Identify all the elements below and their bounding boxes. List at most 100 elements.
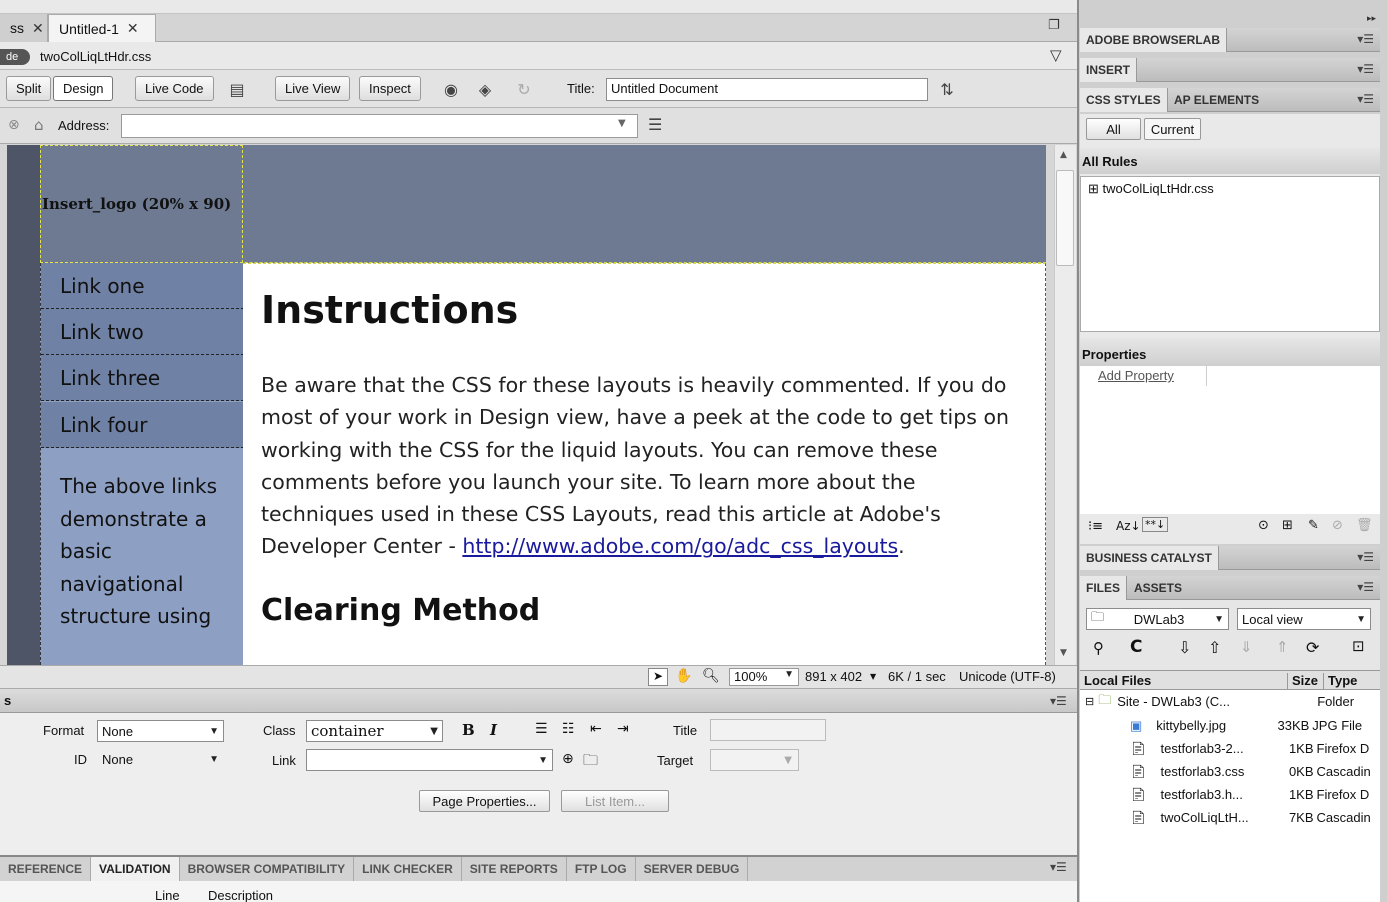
file-row[interactable]: ▣ kittybelly.jpg 33KB JPG File [1130, 714, 1380, 737]
tab-validation[interactable]: VALIDATION [91, 857, 180, 881]
close-icon[interactable]: ✕ [32, 20, 44, 37]
target-select[interactable]: ▼ [710, 749, 799, 771]
business-catalyst-panel-header[interactable]: BUSINESS CATALYST ▾☰ [1080, 546, 1380, 570]
file-row-site[interactable]: ⊟ 🗀 Site - DWLab3 (C... Folder [1085, 690, 1375, 713]
connect-icon[interactable]: ⚲ [1093, 639, 1104, 657]
stop-icon[interactable]: ⊗ [8, 117, 20, 133]
assets-tab[interactable]: ASSETS [1128, 576, 1188, 600]
size-header[interactable]: Size [1287, 673, 1318, 691]
category-view-icon[interactable]: ⁝≡ [1088, 519, 1103, 534]
collapse-icon[interactable]: ⊟ [1085, 695, 1094, 708]
outdent-icon[interactable]: ⇤ [590, 721, 602, 737]
source-code-button[interactable]: de [0, 49, 30, 65]
bold-button[interactable]: B [462, 721, 475, 739]
visual-aids-icon[interactable]: ◈ [474, 78, 496, 100]
home-icon[interactable]: ⌂ [34, 116, 44, 134]
business-catalyst-tab[interactable]: BUSINESS CATALYST [1080, 546, 1219, 570]
page-properties-button[interactable]: Page Properties... [419, 790, 550, 812]
design-view-button[interactable]: Design [53, 76, 114, 101]
panel-menu-icon[interactable]: ▾☰ [1357, 92, 1374, 106]
collapse-icon[interactable]: ▸▸ [1367, 14, 1376, 24]
indent-icon[interactable]: ⇥ [617, 721, 629, 737]
tab-server-debug[interactable]: SERVER DEBUG [636, 857, 749, 881]
address-input[interactable] [121, 114, 638, 138]
hand-tool-icon[interactable]: ✋ [675, 668, 692, 684]
nav-link-three[interactable]: Link three [41, 355, 244, 401]
panel-menu-icon[interactable]: ▾☰ [1050, 694, 1067, 708]
file-row[interactable]: 📄︎ testforlab3.css 0KB Cascadin [1130, 760, 1380, 783]
disable-icon[interactable]: ⊘ [1332, 518, 1343, 533]
live-view-button[interactable]: Live View [275, 76, 351, 101]
nav-link-one[interactable]: Link one [41, 263, 244, 309]
adobe-link[interactable]: http://www.adobe.com/go/adc_css_layouts [462, 534, 898, 558]
panel-menu-icon[interactable]: ▾☰ [1357, 550, 1374, 564]
filter-icon[interactable]: ▽ [1050, 46, 1062, 64]
panel-menu-icon[interactable]: ▾☰ [1357, 580, 1374, 594]
alpha-sort-icon[interactable]: Az↓ [1116, 519, 1141, 533]
synchronize-icon[interactable]: ⟳ [1306, 638, 1319, 657]
related-file-link[interactable]: twoColLiqLtHdr.css [40, 49, 151, 64]
expand-icon[interactable]: ⊞ [1088, 181, 1099, 196]
files-panel-header[interactable]: FILES ASSETS ▾☰ [1080, 576, 1380, 600]
set-properties-icon[interactable]: **↓ [1142, 517, 1169, 532]
view-select[interactable]: Local view ▼ [1237, 608, 1371, 630]
file-row[interactable]: 📄︎ testforlab3.h... 1KB Firefox D [1130, 783, 1380, 806]
tab-site-reports[interactable]: SITE REPORTS [462, 857, 567, 881]
document-tab-untitled[interactable]: Untitled-1 ✕ [48, 14, 156, 42]
properties-pane-header[interactable]: Properties [1080, 338, 1380, 366]
link-input[interactable]: ▼ [306, 749, 553, 771]
css-styles-tab[interactable]: CSS STYLES [1080, 88, 1168, 112]
browserlab-panel-header[interactable]: ADOBE BROWSERLAB ▾☰ [1080, 28, 1380, 52]
restore-window-icon[interactable]: ❐ [1048, 18, 1062, 33]
folder-icon[interactable]: 🗀 [583, 750, 598, 775]
properties-header[interactable] [0, 689, 1077, 713]
file-row[interactable]: 📄︎ testforlab3-2... 1KB Firefox D [1130, 737, 1380, 760]
unordered-list-icon[interactable]: ☰ [535, 721, 548, 737]
live-code-button[interactable]: Live Code [135, 76, 214, 101]
expand-panel-icon[interactable]: ⊡ [1352, 637, 1365, 655]
chevron-down-icon[interactable]: ▼ [870, 672, 876, 681]
files-tab[interactable]: FILES [1080, 576, 1128, 600]
document-tab-css[interactable]: ss ✕ [0, 14, 48, 42]
zoom-tool-icon[interactable]: 🔍︎ [702, 668, 720, 684]
list-item-button[interactable]: List Item... [561, 790, 669, 812]
tab-link-checker[interactable]: LINK CHECKER [354, 857, 462, 881]
all-button[interactable]: All [1086, 118, 1141, 140]
nav-link-two[interactable]: Link two [41, 309, 244, 355]
check-page-icon[interactable]: ▤ [226, 78, 248, 100]
globe-icon[interactable]: ◉ [440, 78, 462, 100]
document-title-input[interactable]: Untitled Document [606, 78, 928, 101]
check-in-icon[interactable]: ⇑ [1276, 638, 1289, 656]
select-tool-icon[interactable]: ➤ [648, 668, 668, 686]
italic-button[interactable]: I [490, 721, 497, 739]
format-select[interactable]: None ▼ [97, 720, 224, 742]
css-styles-panel-header[interactable]: CSS STYLES AP ELEMENTS ▾☰ [1080, 88, 1380, 112]
tab-reference[interactable]: REFERENCE [0, 857, 92, 881]
inspect-button[interactable]: Inspect [359, 76, 421, 101]
local-files-header[interactable]: Local Files [1084, 673, 1151, 688]
zoom-select[interactable]: 100% ▼ [729, 668, 799, 686]
current-button[interactable]: Current [1144, 118, 1201, 140]
insert-tab[interactable]: INSERT [1080, 58, 1138, 82]
file-management-icon[interactable]: ⇅ [936, 78, 958, 100]
site-select[interactable]: 🗀 DWLab3 ▼ [1086, 608, 1229, 630]
split-view-button[interactable]: Split [6, 76, 52, 101]
window-size[interactable]: 891 x 402 [805, 669, 862, 684]
chevron-down-icon[interactable]: ▼ [618, 118, 626, 129]
ordered-list-icon[interactable]: ☷ [562, 721, 575, 737]
edit-rule-icon[interactable]: ✎ [1308, 518, 1319, 533]
new-rule-icon[interactable]: ⊞ [1282, 518, 1293, 533]
get-files-icon[interactable]: ⇩ [1178, 638, 1191, 657]
id-select[interactable]: None ▼ [97, 748, 224, 770]
attach-stylesheet-icon[interactable]: ⊙ [1258, 518, 1269, 533]
scrollbar-thumb[interactable] [1056, 170, 1074, 266]
panel-menu-icon[interactable]: ▾☰ [1357, 62, 1374, 76]
check-out-icon[interactable]: ⇓ [1240, 638, 1253, 656]
ap-elements-tab[interactable]: AP ELEMENTS [1168, 88, 1265, 112]
insert-panel-header[interactable]: INSERT ▾☰ [1080, 58, 1380, 82]
file-row[interactable]: 📄︎ twoColLiqLtH... 7KB Cascadin [1130, 806, 1380, 829]
class-select[interactable]: container ▼ [306, 720, 443, 742]
put-files-icon[interactable]: ⇧ [1208, 638, 1221, 657]
title-field[interactable] [710, 719, 826, 741]
logo-placeholder[interactable]: Insert_logo (20% x 90) [40, 145, 243, 263]
